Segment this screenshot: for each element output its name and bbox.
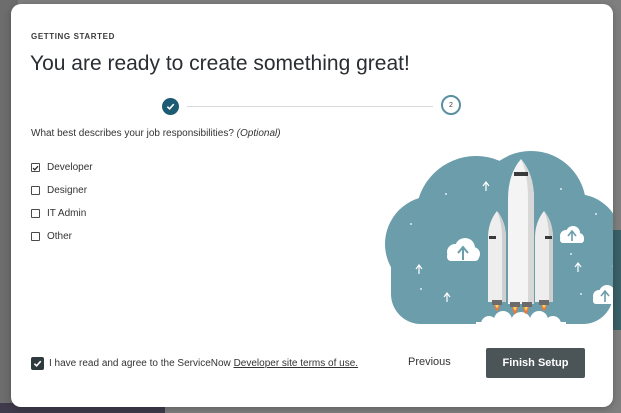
modal-title: You are ready to create something great!: [30, 52, 410, 75]
it-admin-checkbox[interactable]: [31, 209, 40, 218]
designer-label: Designer: [47, 185, 88, 196]
question-label: What best describes your job responsibil…: [31, 128, 234, 139]
developer-label: Developer: [47, 162, 93, 173]
other-checkbox[interactable]: [31, 232, 40, 241]
designer-checkbox[interactable]: [31, 186, 40, 195]
question-text: What best describes your job responsibil…: [31, 128, 281, 139]
rocket-illustration: [385, 151, 613, 334]
finish-setup-button[interactable]: Finish Setup: [486, 348, 585, 378]
optional-label: (Optional): [236, 128, 281, 139]
eyebrow-label: GETTING STARTED: [31, 32, 115, 41]
progress-stepper: 2: [159, 95, 461, 119]
step-two-current: 2: [441, 95, 461, 115]
checkmark-icon: [33, 360, 42, 368]
previous-button[interactable]: Previous: [408, 356, 451, 368]
option-developer[interactable]: Developer: [31, 156, 93, 179]
checkmark-icon: [166, 103, 175, 111]
responsibility-options: Developer Designer IT Admin Other: [31, 156, 93, 248]
terms-text: I have read and agree to the ServiceNow …: [49, 358, 358, 369]
getting-started-modal: GETTING STARTED You are ready to create …: [11, 4, 613, 407]
other-label: Other: [47, 231, 73, 242]
terms-link[interactable]: Developer site terms of use.: [234, 358, 359, 369]
stepper-line: [187, 106, 433, 107]
terms-checkbox[interactable]: [31, 357, 44, 370]
step-one-complete: [162, 98, 179, 115]
checkmark-icon: [32, 165, 39, 171]
developer-checkbox[interactable]: [31, 163, 40, 172]
terms-prefix: I have read and agree to the ServiceNow: [49, 358, 234, 369]
option-other[interactable]: Other: [31, 225, 93, 248]
it-admin-label: IT Admin: [47, 208, 87, 219]
option-designer[interactable]: Designer: [31, 179, 93, 202]
option-it-admin[interactable]: IT Admin: [31, 202, 93, 225]
